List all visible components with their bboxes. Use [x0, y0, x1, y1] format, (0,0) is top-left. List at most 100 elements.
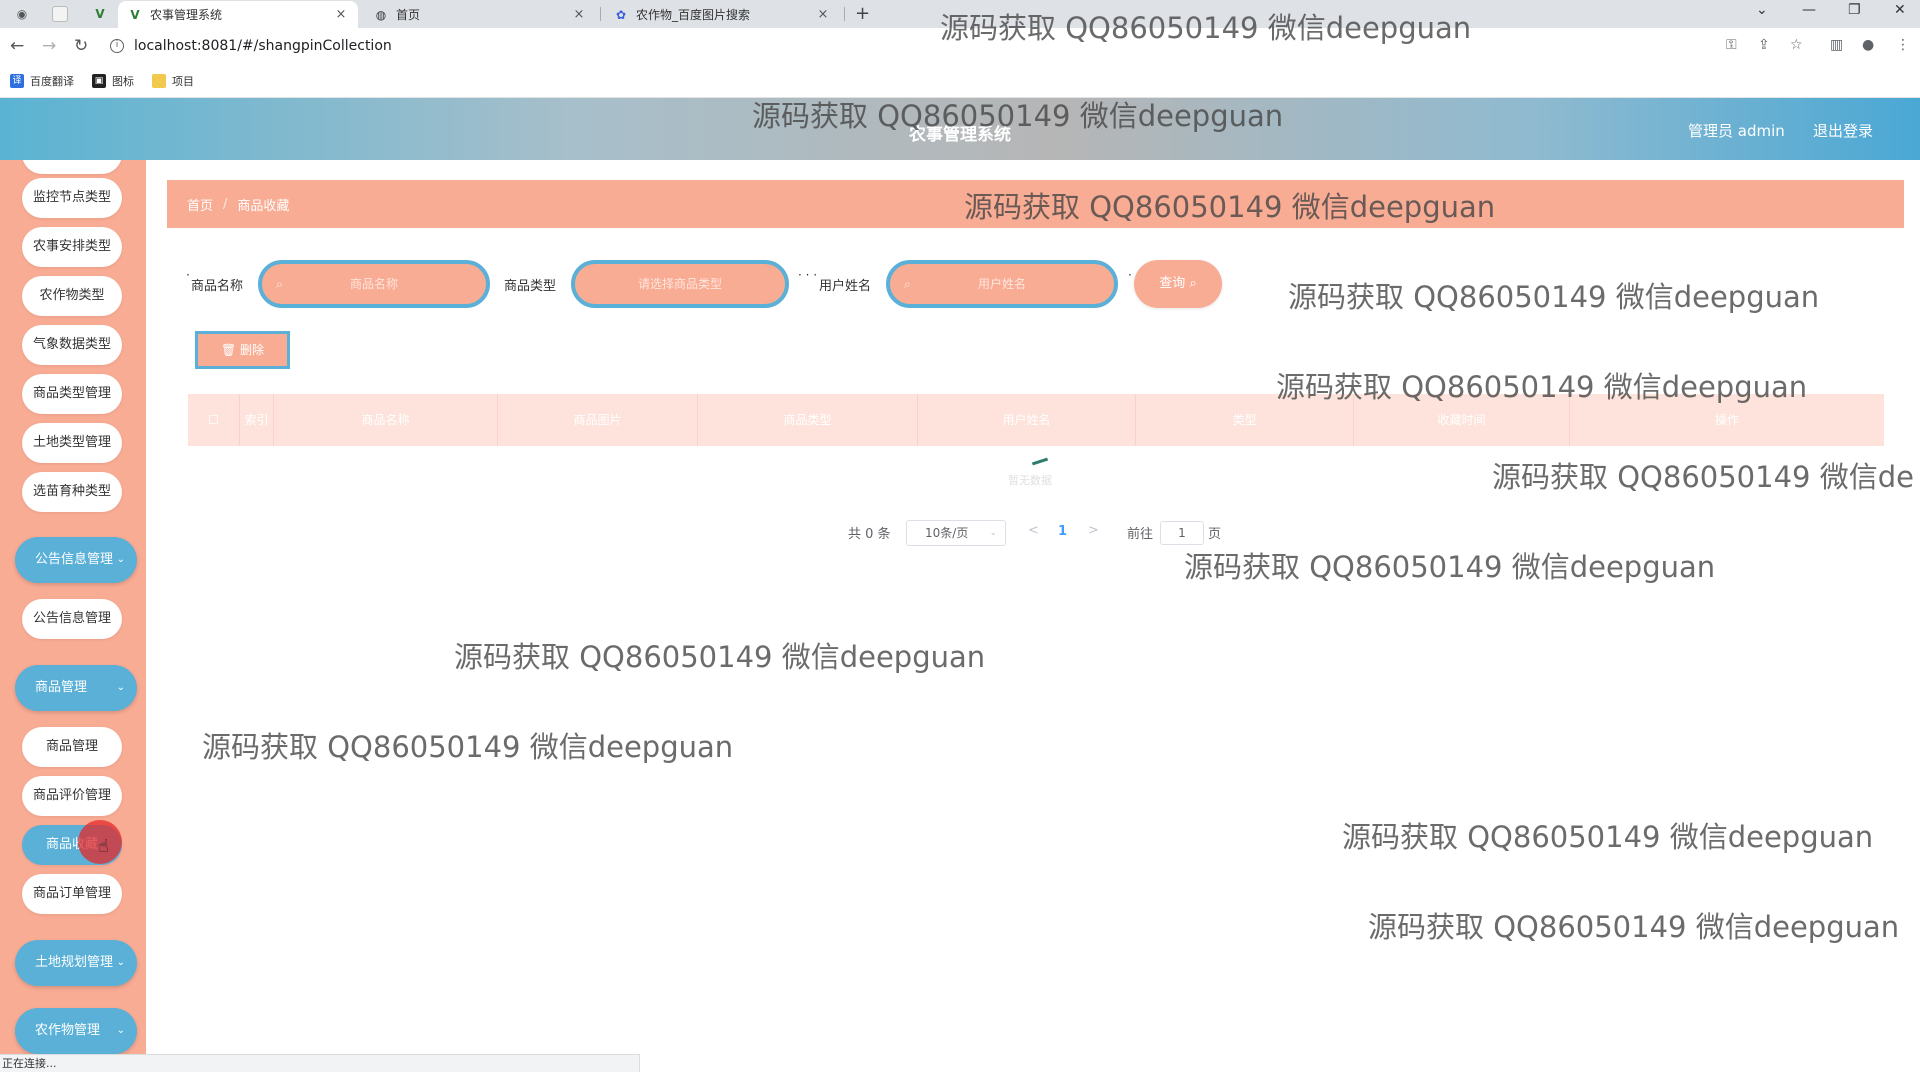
browser-menu-icon[interactable]: ◉ [14, 6, 30, 22]
delete-button[interactable]: 🗑 删除 [195, 331, 290, 369]
query-button[interactable]: 查询 ⌕ [1134, 260, 1222, 308]
group-label: 商品管理 [35, 680, 88, 695]
key-icon[interactable]: ⚿ [1726, 37, 1737, 53]
search-icon: ⌕ [1189, 276, 1197, 291]
tab-baidu[interactable]: ✿ 农作物_百度图片搜索 × [604, 1, 840, 28]
sidebar-item-land-type[interactable]: 土地类型管理 [22, 423, 122, 463]
tab-separator [844, 7, 845, 21]
group-label: 公告信息管理 [35, 552, 114, 567]
goto-page-input[interactable]: 1 [1160, 521, 1204, 545]
chevron-down-icon: ⌄ [116, 682, 125, 693]
tab-search-icon[interactable]: ⌄ [1756, 2, 1768, 18]
label-dot: · · · [798, 268, 818, 282]
sidebar-group-notice[interactable]: 公告信息管理 ⌄ [15, 537, 137, 583]
page-number-current[interactable]: 1 [1058, 524, 1067, 539]
watermark-text: 源码获取 QQ86050149 微信deepguan [752, 99, 1284, 133]
restore-icon[interactable]: ❐ [1848, 2, 1861, 18]
vue-logo-icon[interactable]: V [92, 6, 108, 22]
sidebar-group-land[interactable]: 土地规划管理 ⌄ [15, 940, 137, 986]
search-icon: ⌕ [904, 277, 911, 291]
sidebar: 监控节点类型 农事安排类型 农作物类型 气象数据类型 商品类型管理 土地类型管理… [0, 160, 146, 1054]
next-page-button[interactable]: > [1088, 523, 1099, 538]
goods-type-select[interactable]: 请选择商品类型 [571, 260, 789, 308]
empty-data-text: 暂无数据 [1008, 474, 1052, 487]
query-label: 查询 [1159, 276, 1186, 291]
watermark-text: 源码获取 QQ86050149 微信deepguan [1288, 280, 1820, 314]
close-window-icon[interactable]: ✕ [1894, 2, 1906, 18]
forward-icon[interactable]: → [42, 36, 56, 56]
chevron-down-icon: ⌄ [989, 528, 997, 538]
sidebar-item-seedling-type[interactable]: 选苗育种类型 [22, 472, 122, 512]
goods-type-label: 商品类型 [504, 279, 557, 294]
delete-label: 删除 [240, 343, 265, 357]
sidebar-item-weather-type[interactable]: 气象数据类型 [22, 325, 122, 365]
sidebar-item-monitor-node-type[interactable]: 监控节点类型 [22, 178, 122, 218]
tab-close-icon[interactable]: × [334, 7, 348, 22]
profile-icon[interactable]: ● [1862, 37, 1874, 53]
back-icon[interactable]: ← [10, 36, 24, 56]
sidebar-item-notice[interactable]: 公告信息管理 [22, 599, 122, 639]
tab-close-icon[interactable]: × [572, 7, 586, 22]
tab-title: 农事管理系统 [150, 8, 223, 22]
column-header-goods-image: 商品图片 [498, 394, 698, 446]
bookmark-label: 百度翻译 [30, 74, 74, 88]
sidebar-item-crop-type[interactable]: 农作物类型 [22, 276, 122, 316]
reload-icon[interactable]: ↻ [74, 36, 88, 56]
tab-home[interactable]: ◍ 首页 × [364, 1, 596, 28]
logout-link[interactable]: 退出登录 [1813, 120, 1873, 141]
tab-title: 首页 [396, 8, 421, 22]
watermark-text: 源码获取 QQ86050149 微信deepguan [1276, 370, 1808, 404]
bookmark-icons[interactable]: ▣ 图标 [92, 73, 134, 89]
tab-title: 农作物_百度图片搜索 [636, 8, 751, 22]
column-header-goods-type: 商品类型 [698, 394, 918, 446]
column-header-index: 索引 [240, 394, 274, 446]
bookmark-project[interactable]: 项目 [152, 73, 194, 89]
sidebar-item-goods-review[interactable]: 商品评价管理 [22, 776, 122, 816]
tab-group-icon[interactable] [52, 6, 68, 22]
sidebar-item-goods-type[interactable]: 商品类型管理 [22, 374, 122, 414]
page: ◉ V V 农事管理系统 × ◍ 首页 × ✿ 农作物_百度图片搜索 × + ⌄… [0, 0, 1920, 1072]
watermark-text: 源码获取 QQ86050149 微信deepguan [1368, 910, 1900, 944]
bookmark-label: 项目 [172, 74, 194, 88]
breadcrumb-current: 商品收藏 [237, 198, 290, 214]
sidebar-group-crop[interactable]: 农作物管理 ⌄ [15, 1008, 137, 1054]
chevron-down-icon: ⌄ [116, 957, 125, 968]
prev-page-button[interactable]: < [1028, 523, 1039, 538]
vue-favicon-icon: V [130, 7, 140, 22]
sidepanel-icon[interactable]: ▥ [1830, 37, 1843, 53]
watermark-text: 源码获取 QQ86050149 微信deepguan [940, 11, 1472, 45]
tab-close-icon[interactable]: × [816, 7, 830, 22]
more-menu-icon[interactable]: ⋮ [1896, 37, 1910, 53]
column-header-user-name: 用户姓名 [918, 394, 1136, 446]
image-icon: ▣ [92, 73, 106, 88]
user-name-input[interactable]: ⌕ 用户姓名 [886, 260, 1118, 308]
minimize-icon[interactable]: — [1802, 2, 1816, 18]
sidebar-item-goods[interactable]: 商品管理 [22, 727, 122, 767]
sidebar-group-goods[interactable]: 商品管理 ⌄ [15, 665, 137, 711]
watermark-text: 源码获取 QQ86050149 微信de [1492, 460, 1914, 494]
goods-name-input[interactable]: ⌕ 商品名称 [258, 260, 490, 308]
page-size-select[interactable]: 10条/页 ⌄ [906, 520, 1006, 546]
admin-user-label: 管理员 admin [1688, 122, 1785, 140]
site-info-icon[interactable]: i [110, 39, 124, 53]
hand-cursor-icon: ☝ [98, 836, 109, 857]
bookmark-baidu-translate[interactable]: 译 百度翻译 [10, 73, 74, 89]
star-icon[interactable]: ☆ [1790, 37, 1803, 53]
browser-status-bar: 正在连接... [0, 1054, 640, 1072]
new-tab-button[interactable]: + [855, 3, 870, 24]
watermark-text: 源码获取 QQ86050149 微信deepguan [1342, 820, 1874, 854]
tab-active[interactable]: V 农事管理系统 × [118, 1, 358, 28]
sidebar-item-goods-order[interactable]: 商品订单管理 [22, 874, 122, 914]
folder-icon [152, 73, 166, 88]
sidebar-item-partial[interactable] [22, 160, 122, 174]
user-name-placeholder: 用户姓名 [977, 277, 1026, 291]
translate-icon: 译 [10, 73, 24, 88]
sidebar-item-farm-arrangement-type[interactable]: 农事安排类型 [22, 227, 122, 267]
url-text: localhost:8081/#/shangpinCollection [134, 38, 392, 54]
select-all-checkbox[interactable]: ☐ [188, 394, 240, 446]
baidu-paw-icon: ✿ [615, 7, 627, 22]
address-bar[interactable]: i localhost:8081/#/shangpinCollection [110, 33, 1720, 59]
share-icon[interactable]: ⇪ [1758, 37, 1770, 53]
breadcrumb-home[interactable]: 首页 [187, 195, 213, 214]
watermark-text: 源码获取 QQ86050149 微信deepguan [964, 190, 1496, 224]
